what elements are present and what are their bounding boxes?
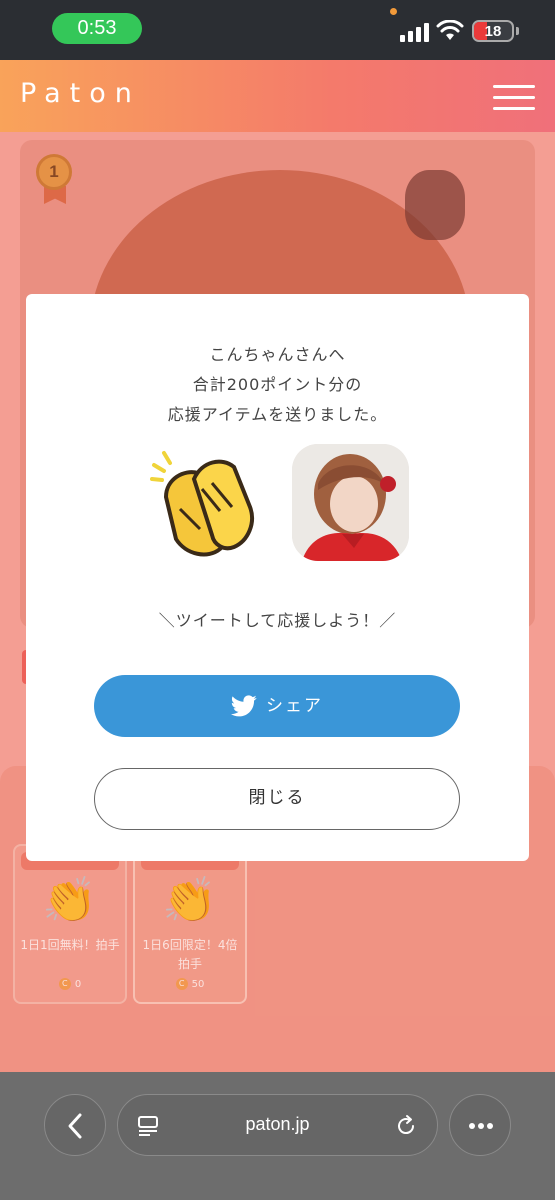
status-time: 0:53 <box>52 13 142 44</box>
dialog-message-line-3: 応援アイテムを送りました。 <box>167 405 388 424</box>
status-bar: 0:53 18 <box>0 0 555 60</box>
privacy-indicator-dot <box>390 8 397 15</box>
twitter-icon <box>230 695 257 717</box>
avatar-portrait <box>292 444 409 561</box>
recipient-avatar <box>292 444 409 561</box>
browser-toolbar: paton.jp <box>0 1072 555 1200</box>
back-button[interactable] <box>44 1094 106 1156</box>
battery-icon: 18 <box>472 20 514 42</box>
send-complete-dialog: こんちゃんさんへ 合計200ポイント分の 応援アイテムを送りました。 ＼ツイート… <box>26 294 529 861</box>
more-options-button[interactable] <box>449 1094 511 1156</box>
dialog-message-line-2: 合計200ポイント分の <box>192 375 363 394</box>
share-twitter-button[interactable]: シェア <box>94 675 460 737</box>
wifi-icon <box>436 20 464 40</box>
tweet-call-to-action: ＼ツイートして応援しよう！／ <box>158 611 397 630</box>
chevron-left-icon <box>68 1113 82 1139</box>
battery-nub <box>516 27 519 35</box>
address-bar[interactable]: paton.jp <box>117 1094 438 1156</box>
hamburger-menu-icon[interactable] <box>493 85 535 111</box>
cellular-signal-icon <box>400 22 430 42</box>
clapping-hands-icon <box>150 451 254 557</box>
battery-percent: 18 <box>484 23 502 40</box>
site-header: Paton <box>0 60 555 132</box>
ellipsis-icon <box>469 1123 493 1129</box>
url-text: paton.jp <box>245 1114 310 1134</box>
paton-logo[interactable]: Paton <box>20 78 141 109</box>
share-label: シェア <box>266 696 323 716</box>
dialog-message-line-1: こんちゃんさんへ <box>209 345 346 364</box>
reload-icon[interactable] <box>394 1114 418 1138</box>
close-button[interactable]: 閉じる <box>94 768 460 830</box>
